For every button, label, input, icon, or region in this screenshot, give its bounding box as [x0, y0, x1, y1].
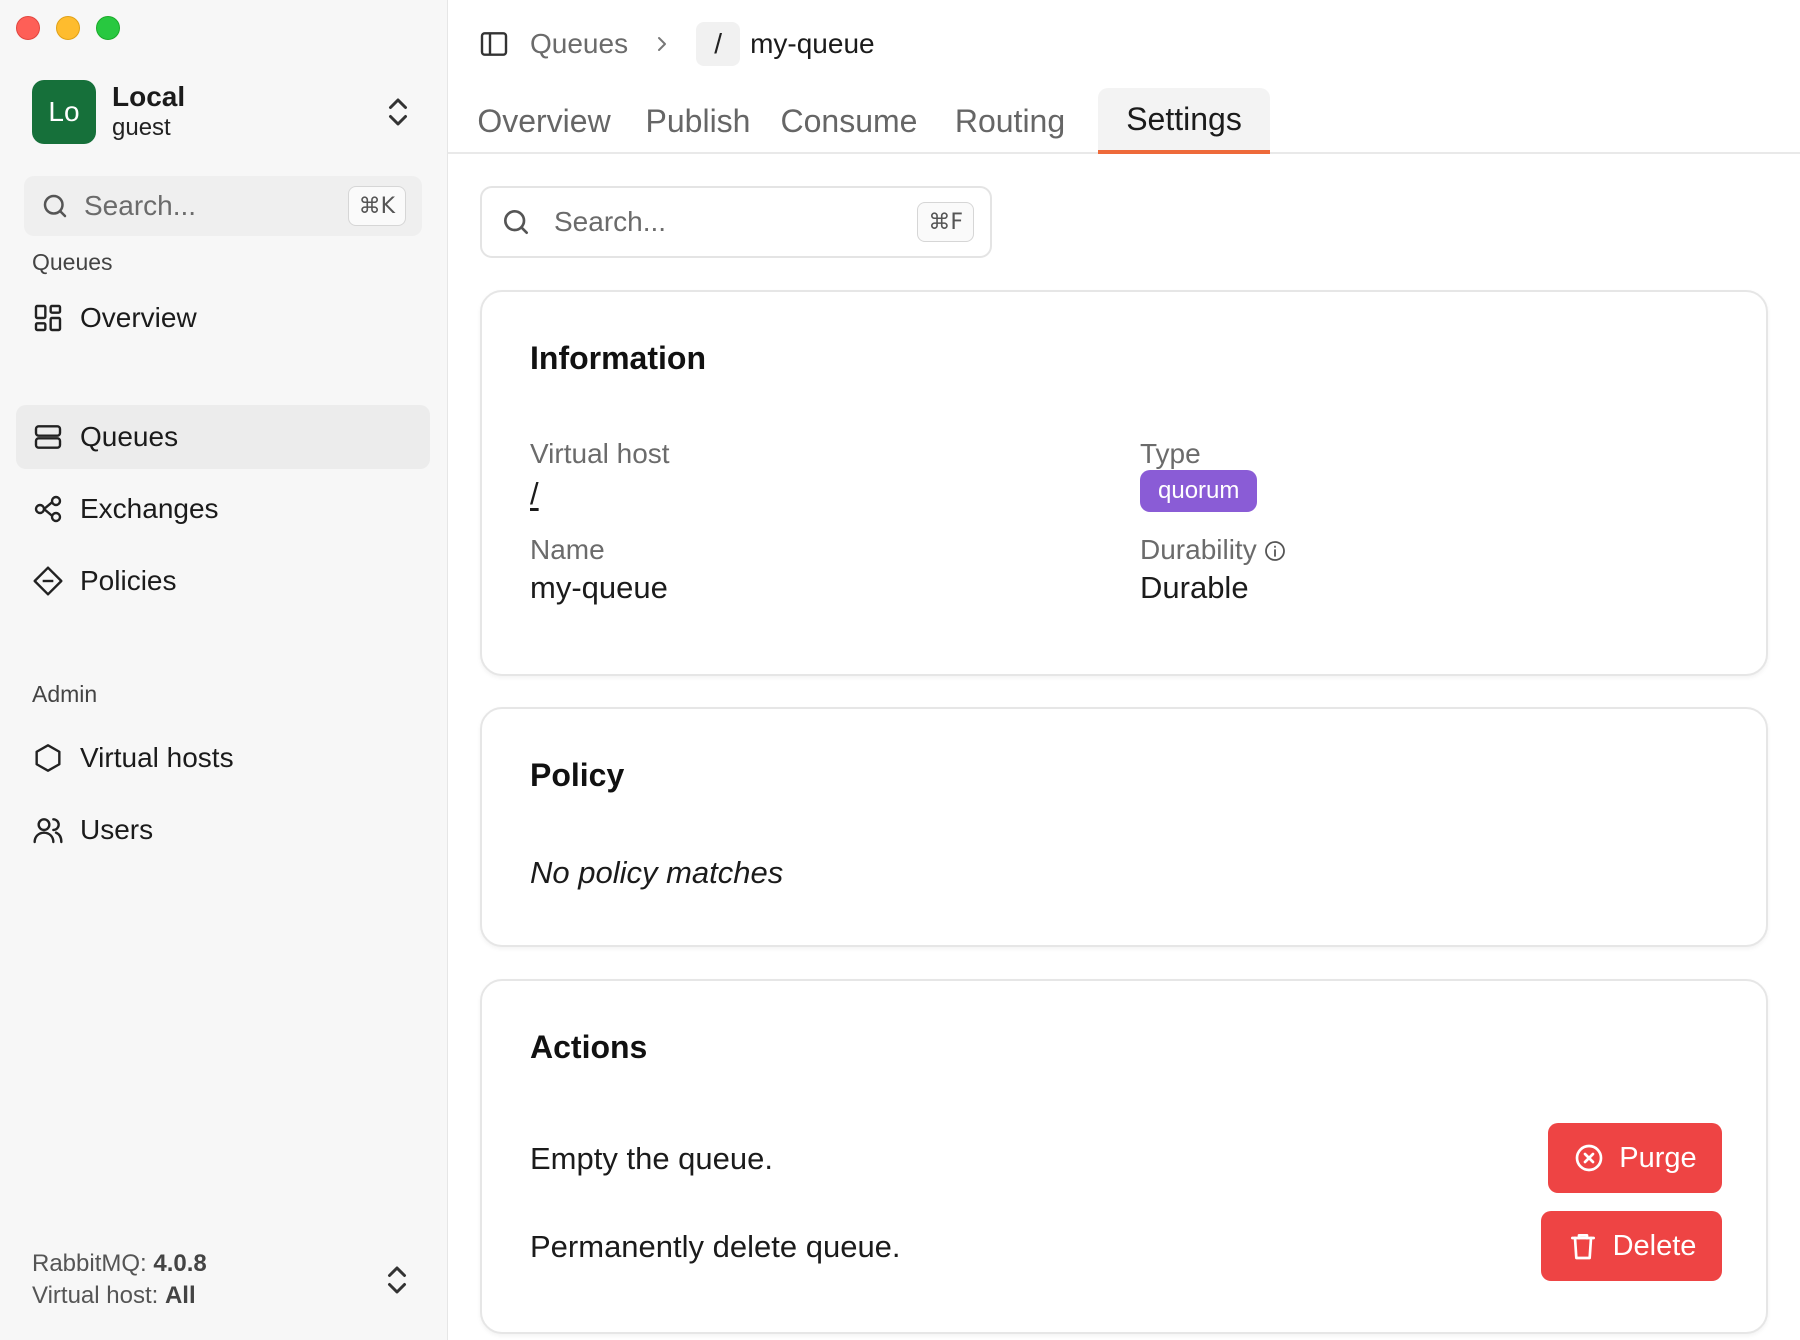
sidebar-item-label: Virtual hosts [80, 742, 234, 773]
sidebar-item-policies[interactable]: Policies [16, 549, 430, 613]
tab-routing[interactable]: Routing [936, 88, 1084, 154]
sidebar-item-label: Users [80, 814, 154, 845]
sidebar-item-label: Exchanges [80, 493, 219, 524]
sidebar-toggle-icon[interactable] [478, 28, 510, 60]
sidebar-item-label: Policies [80, 565, 177, 596]
window-controls [16, 16, 120, 40]
policy-card: Policy No policy matches [480, 707, 1768, 947]
durability-value: Durable [1140, 570, 1249, 605]
queues-icon [34, 425, 62, 449]
vhost-filter-label: Virtual host: [32, 1282, 159, 1309]
breadcrumb: Queues / my-queue [478, 22, 875, 66]
users-icon [33, 818, 63, 844]
durability-label-row: Durability [1140, 534, 1287, 566]
type-badge: quorum [1140, 470, 1258, 512]
chevron-up-down-icon [389, 98, 407, 126]
delete-button-label: Delete [1612, 1229, 1697, 1262]
policy-title: Policy [530, 757, 625, 793]
tab-consume[interactable]: Consume [770, 88, 928, 154]
connection-name: Local [112, 81, 186, 112]
delete-description: Permanently delete queue. [530, 1229, 901, 1264]
policy-status: No policy matches [530, 855, 784, 890]
actions-title: Actions [530, 1029, 648, 1065]
search-icon [43, 194, 67, 218]
sidebar-item-label: Queues [80, 421, 179, 452]
sidebar-search-shortcut: ⌘K [347, 186, 406, 226]
sidebar: Lo Local guest Search... ⌘K Queues Overv… [0, 0, 448, 1340]
sidebar-item-exchanges[interactable]: Exchanges [16, 477, 430, 541]
close-window-button[interactable] [16, 16, 40, 40]
name-label: Name [530, 534, 605, 565]
sidebar-search-input[interactable]: Search... ⌘K [24, 176, 422, 236]
connection-switcher[interactable]: Lo Local guest [32, 80, 416, 144]
settings-search-placeholder: Search... [554, 206, 667, 237]
settings-search-input[interactable]: Search... ⌘F [480, 186, 992, 258]
hexagon-icon [35, 744, 61, 772]
trash-icon [1570, 1234, 1595, 1260]
type-label: Type [1140, 438, 1201, 469]
tab-settings[interactable]: Settings [1098, 88, 1270, 154]
delete-button[interactable]: Delete [1541, 1211, 1722, 1281]
virtual-host-link[interactable]: / [530, 476, 539, 512]
actions-card: Actions Empty the queue. Purge Permanent… [480, 979, 1768, 1334]
information-card: Information Virtual host / Type quorum N… [480, 290, 1768, 676]
section-label-admin: Admin [32, 681, 98, 707]
information-title: Information [530, 340, 706, 376]
sidebar-search-placeholder: Search... [84, 190, 197, 221]
breadcrumb-vhost-chip: / [696, 22, 741, 66]
x-circle-icon [1575, 1144, 1603, 1172]
section-label-queues: Queues [32, 249, 113, 275]
sidebar-item-label: Overview [80, 302, 197, 333]
exchange-icon [34, 495, 62, 523]
settings-search-shortcut: ⌘F [917, 202, 974, 242]
sidebar-item-users[interactable]: Users [16, 798, 430, 862]
zoom-window-button[interactable] [96, 16, 120, 40]
virtual-host-label: Virtual host [530, 438, 670, 469]
policy-icon [33, 566, 63, 596]
breadcrumb-queue-name: my-queue [750, 28, 875, 59]
tab-overview[interactable]: Overview [472, 88, 616, 154]
tab-bar: Overview Publish Consume Routing Setting… [448, 88, 1800, 154]
durability-label: Durability [1140, 534, 1257, 565]
chevron-up-down-icon[interactable] [379, 1262, 415, 1298]
queue-name-value: my-queue [530, 570, 668, 605]
app-window: Lo Local guest Search... ⌘K Queues Overv… [0, 0, 1800, 1340]
purge-button-label: Purge [1619, 1141, 1697, 1174]
minimize-window-button[interactable] [56, 16, 80, 40]
server-info: RabbitMQ: 4.0.8 Virtual host: All [32, 1248, 207, 1312]
purge-button[interactable]: Purge [1548, 1123, 1722, 1193]
sidebar-item-virtual-hosts[interactable]: Virtual hosts [16, 726, 430, 790]
sidebar-item-overview[interactable]: Overview [16, 286, 430, 350]
main-content: Queues / my-queue Overview Publish Consu… [448, 0, 1800, 1340]
grid-icon [34, 304, 62, 332]
vhost-filter-value: All [164, 1282, 196, 1309]
breadcrumb-queues[interactable]: Queues [530, 28, 628, 60]
search-icon [503, 210, 528, 234]
info-icon[interactable] [1263, 539, 1287, 563]
version-label: RabbitMQ: [32, 1250, 147, 1277]
sidebar-item-queues[interactable]: Queues [16, 405, 430, 469]
connection-user: guest [112, 114, 171, 141]
tab-publish[interactable]: Publish [634, 88, 762, 154]
connection-avatar: Lo [32, 80, 96, 144]
purge-description: Empty the queue. [530, 1141, 773, 1176]
version-value: 4.0.8 [153, 1250, 207, 1277]
chevron-right-icon [658, 37, 667, 51]
